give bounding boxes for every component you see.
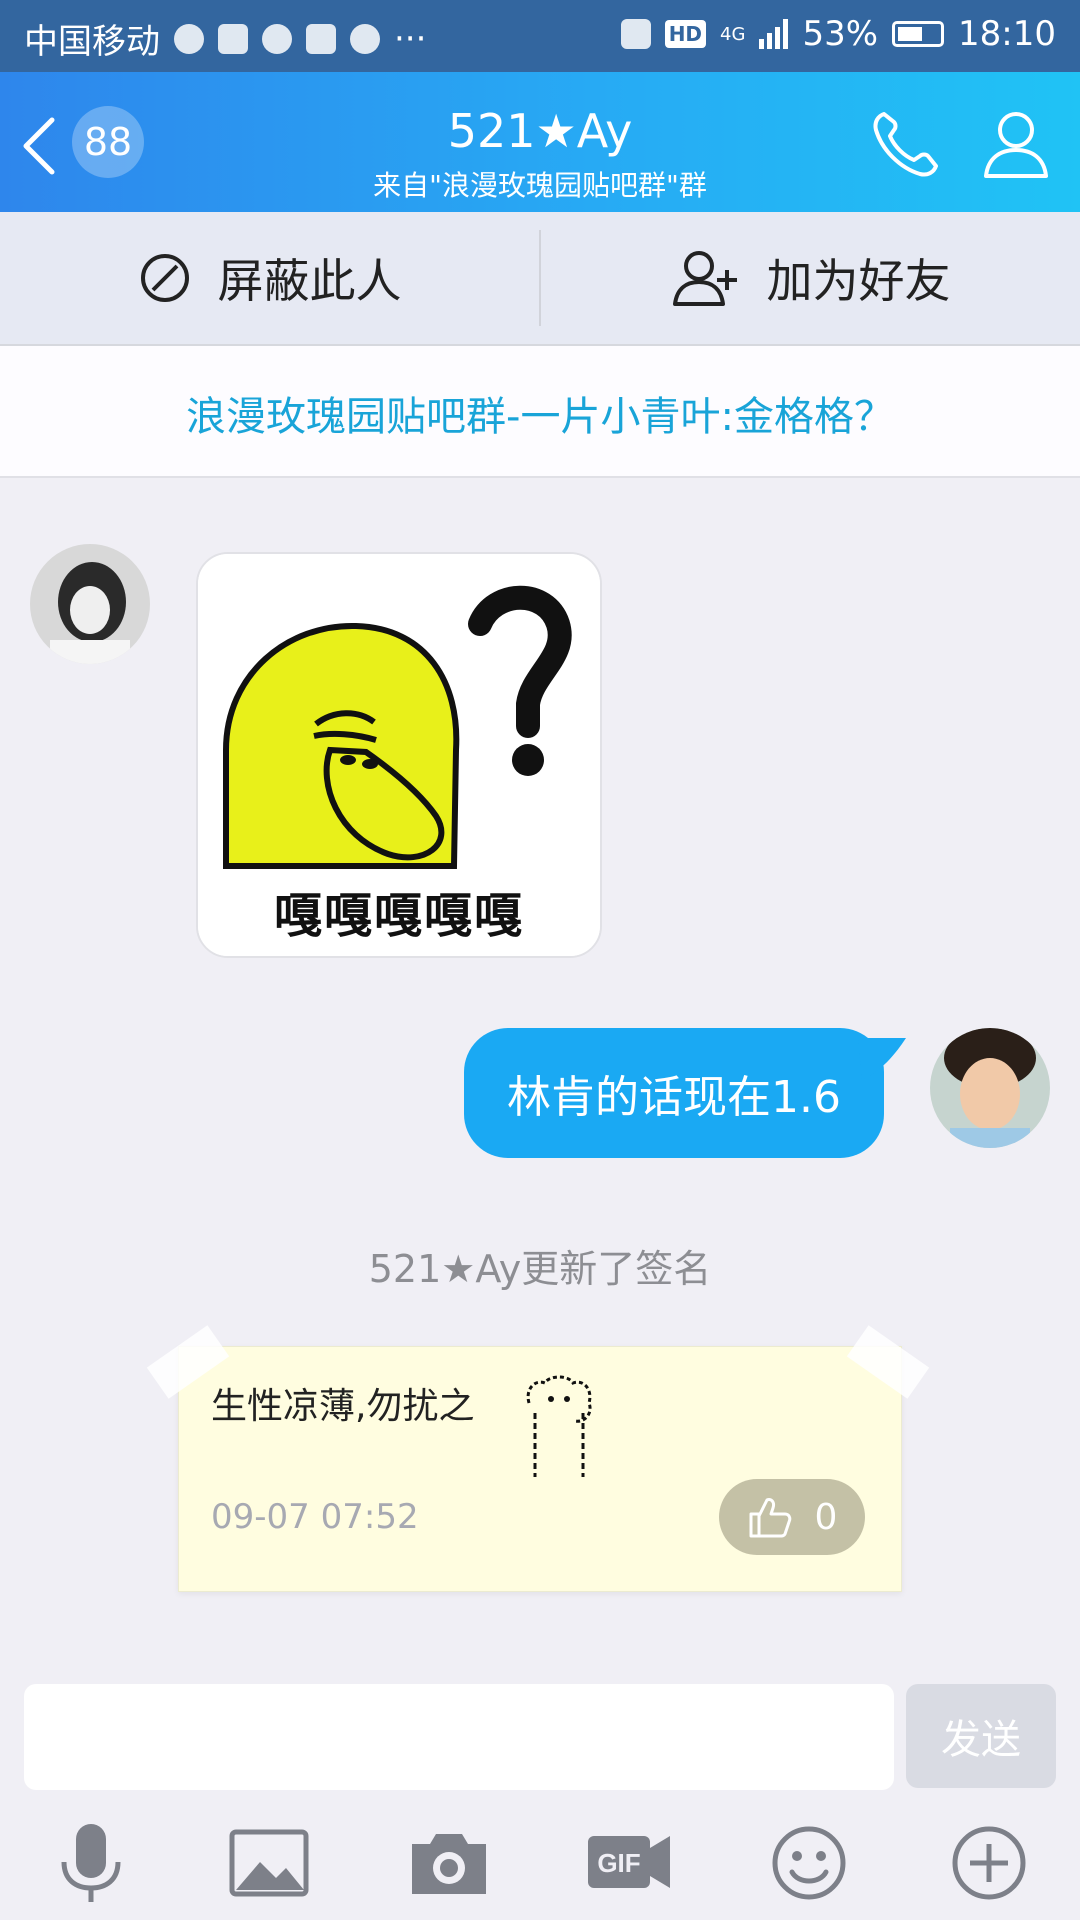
signature-time: 09-07 07:52 xyxy=(211,1497,419,1537)
stranger-action-bar: 屏蔽此人 加为好友 xyxy=(0,212,1080,346)
bear-doodle-icon xyxy=(526,1375,592,1477)
send-button[interactable]: 发送 xyxy=(906,1684,1056,1788)
message-notification-icon xyxy=(174,23,204,54)
hd-badge: HD xyxy=(664,20,707,48)
status-left: 中国移动 ··· xyxy=(24,14,426,63)
like-button[interactable]: 0 xyxy=(719,1479,865,1555)
vibrate-icon xyxy=(620,19,651,49)
app-notification-icon xyxy=(218,23,248,54)
person-icon[interactable] xyxy=(978,106,1054,182)
sticker-caption: 嘎嘎嘎嘎嘎 xyxy=(273,888,524,944)
carrier-label: 中国移动 xyxy=(24,22,160,62)
image-icon[interactable] xyxy=(224,1818,314,1908)
battery-icon xyxy=(892,21,945,47)
network-type: 4G xyxy=(720,23,746,45)
outgoing-message-text: 林肯的话现在1.6 xyxy=(507,1072,841,1123)
emoji-icon[interactable] xyxy=(764,1818,854,1908)
signature-card[interactable]: 生性凉薄,勿扰之 09-07 07:52 0 xyxy=(146,1325,930,1592)
shield-notification-icon xyxy=(306,23,336,54)
block-icon xyxy=(140,254,189,302)
signature-text: 生性凉薄,勿扰之 xyxy=(211,1386,475,1427)
camera-icon[interactable] xyxy=(404,1818,494,1908)
outgoing-message-bubble[interactable]: 林肯的话现在1.6 xyxy=(464,1028,884,1158)
signal-icon xyxy=(759,19,789,49)
block-user-label: 屏蔽此人 xyxy=(217,254,402,308)
group-notice-bar[interactable]: 浪漫玫瑰园贴吧群-一片小青叶:金格格？ xyxy=(0,346,1080,478)
signature-update-notice: 521★Ay更新了签名 xyxy=(368,1247,712,1291)
tape-right xyxy=(846,1325,930,1399)
my-avatar[interactable] xyxy=(930,1028,1050,1148)
add-friend-icon xyxy=(672,251,737,306)
chat-header: 88 521★Ay 来自"浪漫玫瑰园贴吧群"群 xyxy=(0,72,1080,212)
add-friend-label: 加为好友 xyxy=(766,254,951,308)
gif-icon[interactable]: GIF xyxy=(584,1818,674,1908)
add-friend-button[interactable]: 加为好友 xyxy=(541,212,1080,344)
missed-call-icon xyxy=(350,23,380,54)
sender-avatar-image xyxy=(30,544,150,664)
block-user-button[interactable]: 屏蔽此人 xyxy=(0,212,539,344)
svg-text:GIF: GIF xyxy=(597,1848,640,1878)
group-notice-text: 浪漫玫瑰园贴吧群-一片小青叶:金格格？ xyxy=(186,394,894,440)
more-notifications: ··· xyxy=(394,18,427,59)
sender-avatar[interactable] xyxy=(30,544,150,664)
status-right: HD 4G 53% 18:10 xyxy=(620,14,1056,54)
message-input[interactable] xyxy=(24,1684,894,1790)
my-avatar-image xyxy=(930,1028,1050,1148)
input-toolbar: GIF xyxy=(0,1800,1080,1920)
like-count: 0 xyxy=(814,1496,838,1538)
thumbs-up-icon xyxy=(749,1498,791,1538)
hotspot-icon xyxy=(262,23,292,54)
status-bar: 中国移动 ··· HD 4G 53% 18:10 xyxy=(0,0,1080,72)
clock: 18:10 xyxy=(958,14,1056,54)
phone-icon[interactable] xyxy=(868,106,944,182)
battery-percent: 53% xyxy=(802,14,879,54)
microphone-icon[interactable] xyxy=(46,1818,136,1908)
sticker-message[interactable]: 嘎嘎嘎嘎嘎 xyxy=(196,552,602,958)
plus-icon[interactable] xyxy=(944,1818,1034,1908)
bubble-tail xyxy=(858,1038,906,1080)
